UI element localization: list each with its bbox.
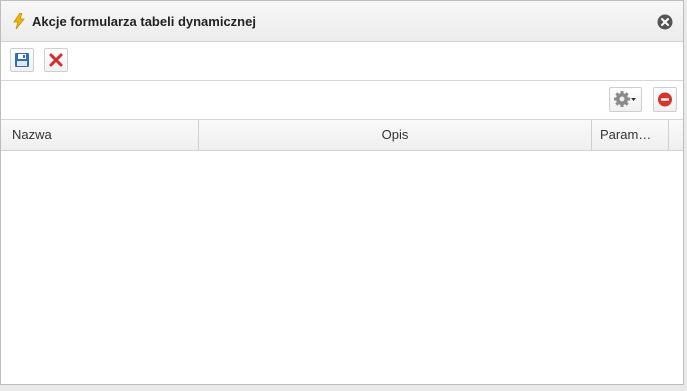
cancel-button[interactable] (44, 48, 68, 72)
column-header-spacer (669, 120, 683, 150)
close-circle-icon (657, 14, 673, 30)
chevron-down-icon (631, 98, 636, 101)
grid-toolbar (1, 81, 683, 120)
gear-icon (614, 91, 636, 107)
dynamic-table-actions-dialog: Akcje formularza tabeli dynamicznej Nazw… (0, 0, 684, 385)
minus-circle-icon (658, 92, 672, 107)
column-header-parameters[interactable]: Param… (592, 120, 669, 150)
column-header-description[interactable]: Opis (199, 120, 592, 150)
save-button[interactable] (10, 48, 34, 72)
lightning-icon (11, 12, 27, 30)
grid-body[interactable] (1, 151, 683, 384)
close-button[interactable] (657, 14, 673, 30)
floppy-disk-icon (15, 53, 29, 67)
grid-header: Nazwa Opis Param… (1, 119, 683, 151)
dialog-title: Akcje formularza tabeli dynamicznej (32, 14, 256, 29)
column-header-name[interactable]: Nazwa (1, 120, 199, 150)
settings-menu-button[interactable] (609, 87, 642, 112)
remove-button[interactable] (653, 87, 677, 112)
dialog-titlebar[interactable]: Akcje formularza tabeli dynamicznej (1, 1, 683, 42)
dialog-toolbar (1, 42, 683, 81)
red-x-icon (49, 53, 63, 67)
